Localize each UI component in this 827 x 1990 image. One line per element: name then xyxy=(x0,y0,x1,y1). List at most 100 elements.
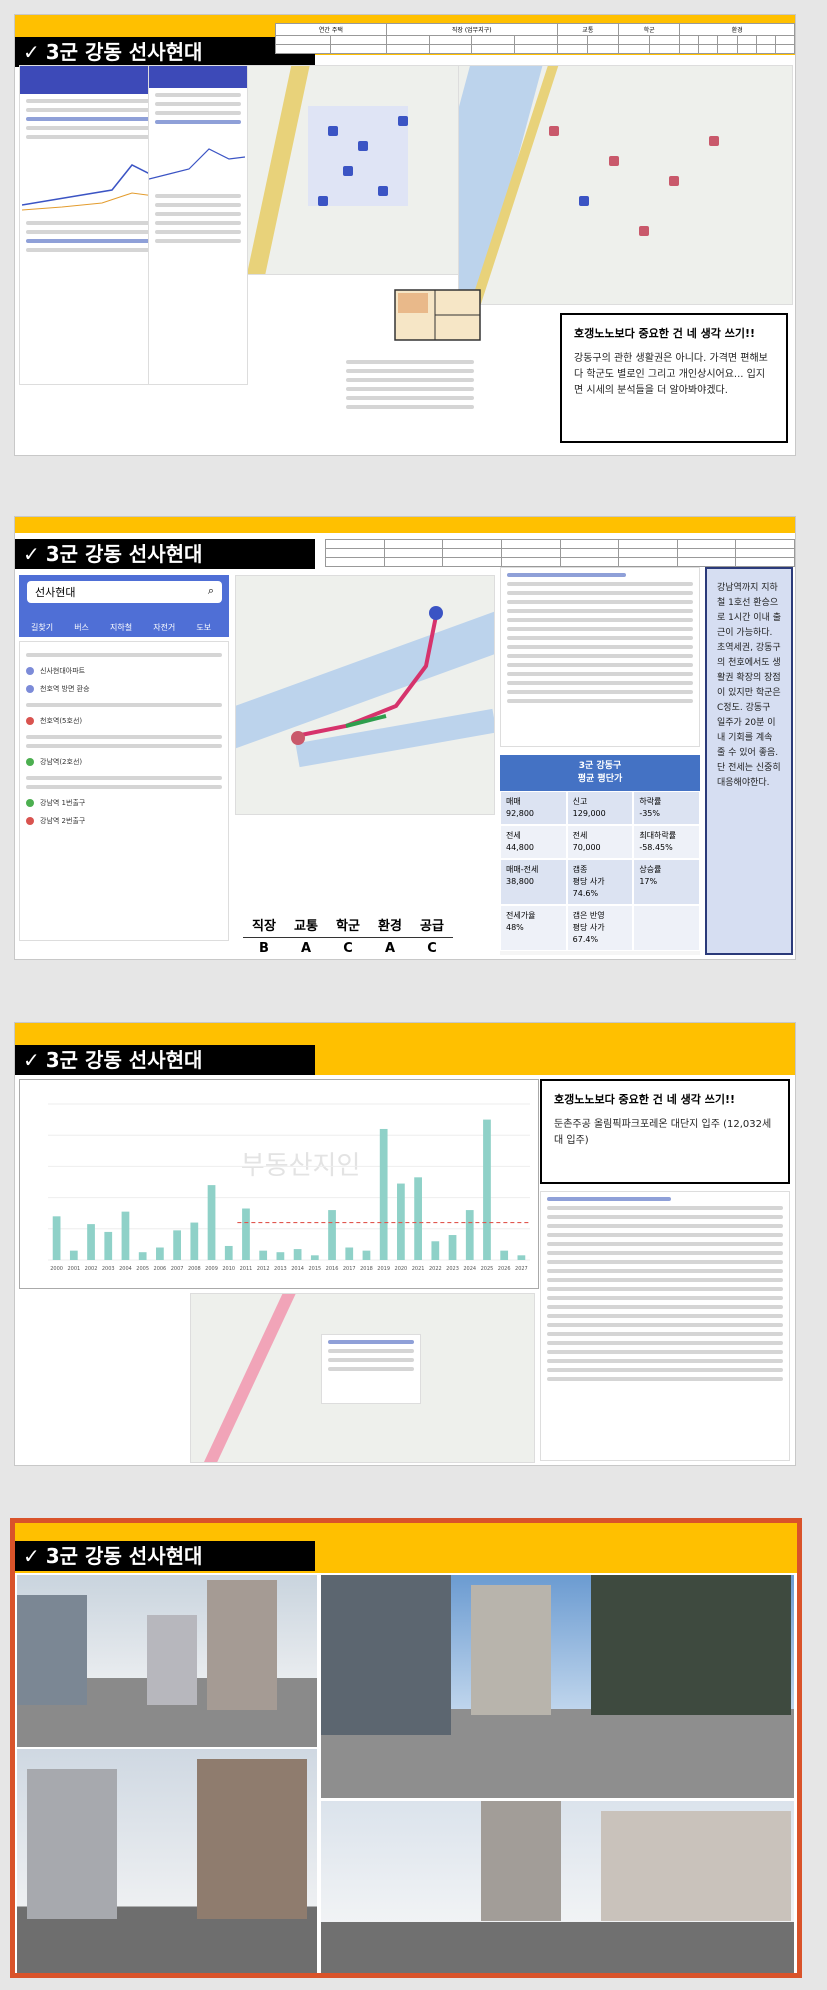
supply-bar xyxy=(242,1208,250,1260)
route-item[interactable]: 강남역(2호선) xyxy=(20,753,228,771)
mini-graph xyxy=(149,148,245,180)
x-tick-label: 2016 xyxy=(326,1266,339,1272)
supply-bar xyxy=(121,1211,130,1260)
thought-note: 호갱노노보다 중요한 건 네 생각 쓰기!! 둔촌주공 올림픽파크포레온 대단지… xyxy=(540,1079,790,1184)
supply-bar xyxy=(483,1119,491,1260)
route-list: 신사현대아파트 천호역 방면 환승 천호역(5호선) 강남역(2호선) 강남역 … xyxy=(19,641,229,941)
x-tick-label: 2011 xyxy=(240,1266,253,1272)
street-photo-3 xyxy=(321,1575,794,1798)
x-tick-label: 2026 xyxy=(498,1266,511,1272)
map-popup xyxy=(321,1334,421,1404)
route-map[interactable] xyxy=(235,575,495,815)
route-line xyxy=(295,615,438,738)
x-tick-label: 2000 xyxy=(50,1266,63,1272)
supply-bar xyxy=(328,1210,336,1260)
supply-bar xyxy=(224,1245,233,1260)
price-cell: 갭종 평당 사가 74.6% xyxy=(566,859,634,905)
slide-2[interactable]: ✓ 3군 강동 선사현대 선사현대 ⌕ 길찾기 버스 지하철 자전거 도보 신사현… xyxy=(14,516,796,960)
supply-bar xyxy=(500,1250,509,1260)
route-item[interactable]: 강남역 2번출구 xyxy=(20,812,228,830)
price-cell xyxy=(633,905,700,951)
search-icon[interactable]: ⌕ xyxy=(208,584,214,598)
complex-info-card xyxy=(500,567,700,747)
supply-bar xyxy=(465,1210,474,1260)
slide-1[interactable]: ✓ 3군 강동 선사현대 연간 주택 직장 (업무지구) 교통 학군 환경 호갱… xyxy=(14,14,796,456)
route-item[interactable]: 천호역 방면 환승 xyxy=(20,680,228,698)
x-tick-label: 2025 xyxy=(481,1266,494,1272)
supply-bar xyxy=(87,1224,95,1260)
price-cell: 전세 44,800 xyxy=(500,825,567,859)
x-tick-label: 2017 xyxy=(343,1266,356,1272)
street-photo-2 xyxy=(17,1749,317,1973)
supply-bar xyxy=(156,1247,164,1260)
complex-map[interactable] xyxy=(247,65,472,275)
x-tick-label: 2015 xyxy=(308,1266,321,1272)
slide-3[interactable]: ✓ 3군 강동 선사현대 부동산지인 2000 2001 2002 2003 2004 200… xyxy=(14,1022,796,1466)
supply-bar xyxy=(310,1255,319,1260)
x-tick-label: 2019 xyxy=(377,1266,390,1272)
x-tick-label: 2023 xyxy=(446,1266,459,1272)
supply-bar xyxy=(104,1231,113,1260)
price-cell: 매매 92,800 xyxy=(500,791,567,825)
x-tick-label: 2005 xyxy=(136,1266,149,1272)
tab-walk[interactable]: 도보 xyxy=(196,622,211,633)
supply-map[interactable] xyxy=(190,1293,535,1463)
x-tick-label: 2002 xyxy=(85,1266,98,1272)
price-summary: 3군 강동구 평균 평단가 매매 92,800 신고 129,000 하락률 -… xyxy=(500,755,700,955)
check-icon: ✓ xyxy=(23,1544,40,1568)
route-tabs: 길찾기 버스 지하철 자전거 도보 xyxy=(31,615,227,634)
supply-bar xyxy=(52,1216,61,1260)
x-tick-label: 2004 xyxy=(119,1266,132,1272)
check-icon: ✓ xyxy=(23,40,40,64)
app-screenshot-mid xyxy=(148,65,248,385)
slide-title: ✓ 3군 강동 선사현대 xyxy=(15,1541,315,1571)
x-tick-label: 2020 xyxy=(395,1266,408,1272)
supply-bar xyxy=(276,1252,285,1260)
supply-chart: 부동산지인 2000 2001 2002 2003 2004 2005 2006 2007 200… xyxy=(19,1079,539,1289)
tab-subway[interactable]: 지하철 xyxy=(110,622,132,633)
street-photo-4 xyxy=(321,1801,794,1973)
supply-bar xyxy=(259,1250,268,1260)
price-cell: 전세 70,000 xyxy=(566,825,634,859)
price-cell: 신고 129,000 xyxy=(566,791,634,825)
supply-bar xyxy=(207,1185,216,1260)
x-tick-label: 2021 xyxy=(412,1266,425,1272)
x-tick-label: 2001 xyxy=(67,1266,80,1272)
supply-bar xyxy=(69,1250,78,1260)
price-cell: 갭은 반영 평당 사가 67.4% xyxy=(566,905,634,951)
x-tick-label: 2014 xyxy=(291,1266,304,1272)
slide-4[interactable]: ✓ 3군 강동 선사현대 xyxy=(10,1518,802,1978)
summary-table xyxy=(325,539,795,567)
price-cell: 하락률 -35% xyxy=(633,791,700,825)
grade-table: 직장 교통 학군 환경 공급 B A C A C xyxy=(243,912,453,959)
route-item[interactable]: 신사현대아파트 xyxy=(20,662,228,680)
supply-bar xyxy=(190,1222,199,1260)
price-heading: 3군 강동구 평균 평단가 xyxy=(500,755,700,791)
analysis-note: 강남역까지 지하철 1호선 환승으로 1시간 이내 출근이 가능하다. 초역세권… xyxy=(705,567,793,955)
x-tick-label: 2009 xyxy=(205,1266,218,1272)
x-tick-label: 2006 xyxy=(154,1266,167,1272)
route-item[interactable]: 강남역 1번출구 xyxy=(20,794,228,812)
supply-bar xyxy=(345,1247,354,1260)
x-tick-label: 2007 xyxy=(171,1266,184,1272)
x-tick-label: 2022 xyxy=(429,1266,442,1272)
title-bar xyxy=(15,517,795,533)
complex-detail-panel xyxy=(540,1191,790,1461)
supply-bar xyxy=(431,1241,440,1260)
search-input[interactable]: 선사현대 ⌕ xyxy=(27,581,222,603)
supply-bar xyxy=(397,1183,405,1260)
price-cell: 최대하락률 -58.45% xyxy=(633,825,700,859)
x-tick-label: 2027 xyxy=(515,1266,528,1272)
unit-info xyxy=(340,355,480,445)
slide-title: ✓ 3군 강동 선사현대 xyxy=(15,1045,315,1075)
supply-bar xyxy=(517,1255,526,1260)
slide-title: ✓ 3군 강동 선사현대 xyxy=(15,37,315,67)
tab-bus[interactable]: 버스 xyxy=(74,622,89,633)
tab-route[interactable]: 길찾기 xyxy=(31,622,53,633)
supply-bar xyxy=(173,1230,181,1260)
x-tick-label: 2012 xyxy=(257,1266,270,1272)
check-icon: ✓ xyxy=(23,542,40,566)
tab-bike[interactable]: 자전거 xyxy=(153,622,175,633)
route-item[interactable]: 천호역(5호선) xyxy=(20,712,228,730)
area-map[interactable] xyxy=(458,65,793,305)
